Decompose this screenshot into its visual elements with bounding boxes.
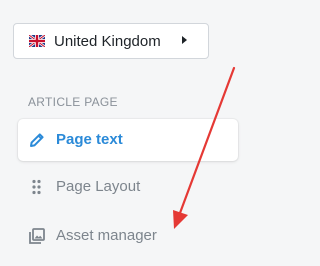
country-selector[interactable]: United Kingdom	[13, 23, 209, 59]
pencil-icon	[30, 133, 44, 147]
image-gallery-icon	[29, 228, 45, 244]
section-title: ARTICLE PAGE	[28, 95, 118, 109]
caret-right-icon	[182, 36, 187, 44]
drag-handle-icon	[32, 179, 41, 195]
nav-label-page-text: Page text	[56, 131, 123, 148]
nav-item-page-layout[interactable]: Page Layout	[18, 166, 238, 208]
nav-label-page-layout: Page Layout	[56, 178, 141, 195]
nav-item-page-text[interactable]: Page text	[18, 119, 238, 161]
nav-label-asset-manager: Asset manager	[56, 227, 157, 244]
uk-flag-icon	[29, 35, 45, 47]
nav-item-asset-manager[interactable]: Asset manager	[18, 215, 238, 257]
country-label: United Kingdom	[54, 33, 161, 50]
